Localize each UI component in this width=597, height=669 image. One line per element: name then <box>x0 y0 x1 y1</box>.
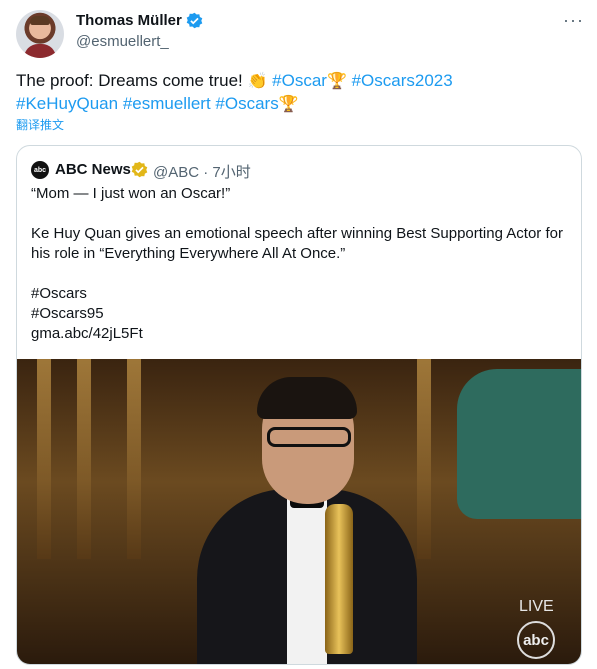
translate-link[interactable]: 翻译推文 <box>16 116 64 133</box>
stage-decor <box>77 359 91 559</box>
quoted-text: “Mom — I just won an Oscar!” Ke Huy Quan… <box>31 185 563 342</box>
hashtag-link[interactable]: #Oscar <box>272 71 327 90</box>
author-name[interactable]: Thomas Müller <box>76 12 182 29</box>
stage-decor <box>127 359 141 559</box>
oscar-trophy-emoji: 🏆 <box>326 73 347 90</box>
stage-decor <box>417 359 431 559</box>
avatar[interactable] <box>16 10 64 58</box>
tweet-text: The proof: Dreams come true! 👏 #Oscar🏆 #… <box>16 70 576 116</box>
quoted-tweet[interactable]: abc ABC News @ABC · 7小时 “Mom — I just wo… <box>16 145 582 665</box>
background-guest <box>457 369 581 519</box>
avatar-shirt <box>24 44 56 58</box>
quoted-meta: @ABC · 7小时 <box>153 164 251 181</box>
quoted-author-name[interactable]: ABC News <box>55 161 131 178</box>
hashtag-link[interactable]: #Oscars <box>215 94 278 113</box>
speaker-glasses <box>267 427 351 447</box>
abc-network-logo: abc <box>517 621 555 659</box>
speaker-shirt <box>287 489 327 664</box>
video-media[interactable]: LIVE abc <box>17 359 581 664</box>
tweet-text-body: The proof: Dreams come true! <box>16 71 248 90</box>
clapping-hands-emoji: 👏 <box>247 73 268 90</box>
more-icon[interactable]: ··· <box>563 10 584 31</box>
live-label: LIVE <box>519 598 554 615</box>
avatar-hair <box>30 16 50 25</box>
stage-decor <box>37 359 51 559</box>
author-handle[interactable]: @esmuellert_ <box>76 33 169 50</box>
oscar-trophy-emoji: 🏆 <box>278 96 299 113</box>
abc-news-logo: abc <box>31 161 49 179</box>
hashtag-link[interactable]: #KeHuyQuan <box>16 94 118 113</box>
hashtag-link[interactable]: #esmuellert <box>123 94 211 113</box>
speaker-hair <box>257 377 357 419</box>
verified-badge-icon <box>131 161 148 178</box>
hashtag-link[interactable]: #Oscars2023 <box>352 71 453 90</box>
verified-badge-icon <box>186 12 203 29</box>
oscar-statuette <box>325 504 353 654</box>
